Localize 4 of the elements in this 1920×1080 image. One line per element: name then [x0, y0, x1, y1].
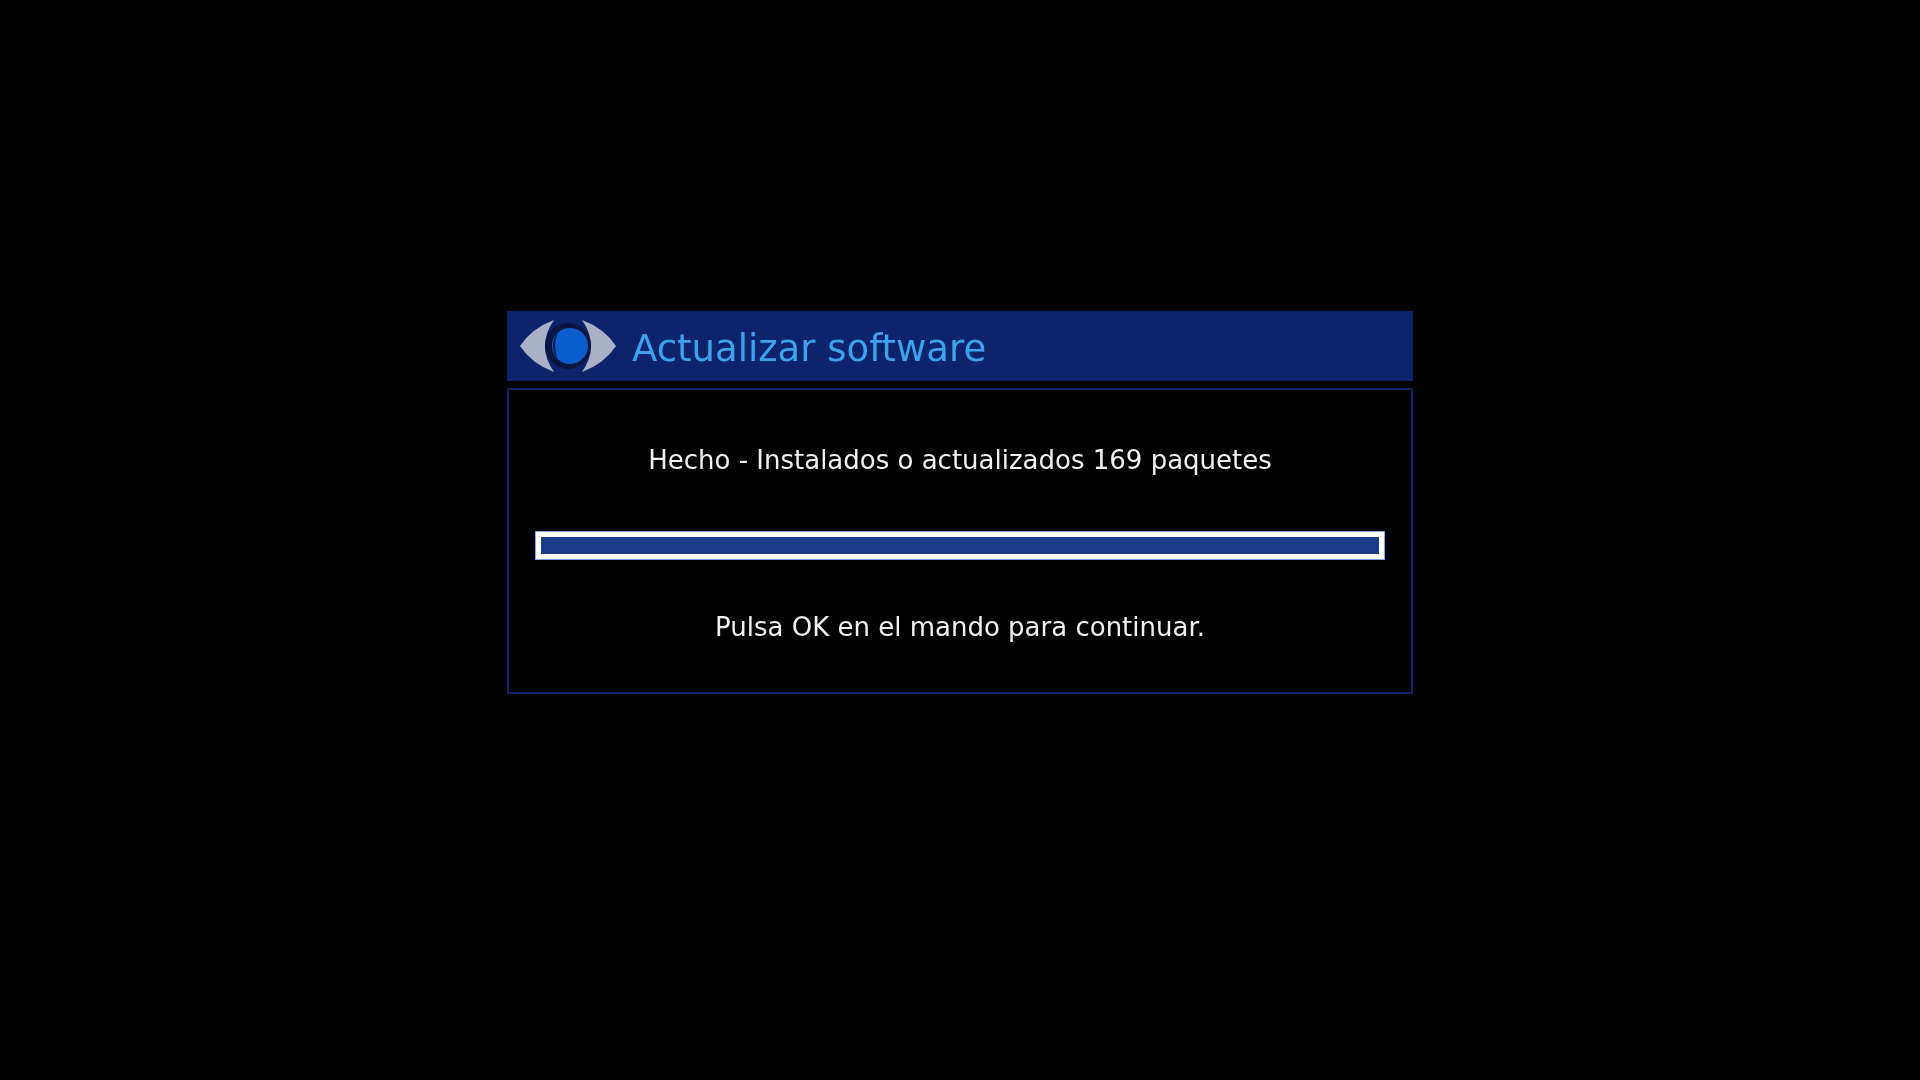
- eye-icon: [518, 318, 618, 374]
- dialog-title: Actualizar software: [632, 326, 987, 370]
- status-message: Hecho - Instalados o actualizados 169 paquetes: [648, 445, 1272, 475]
- continue-hint: Pulsa OK en el mando para continuar.: [715, 612, 1205, 642]
